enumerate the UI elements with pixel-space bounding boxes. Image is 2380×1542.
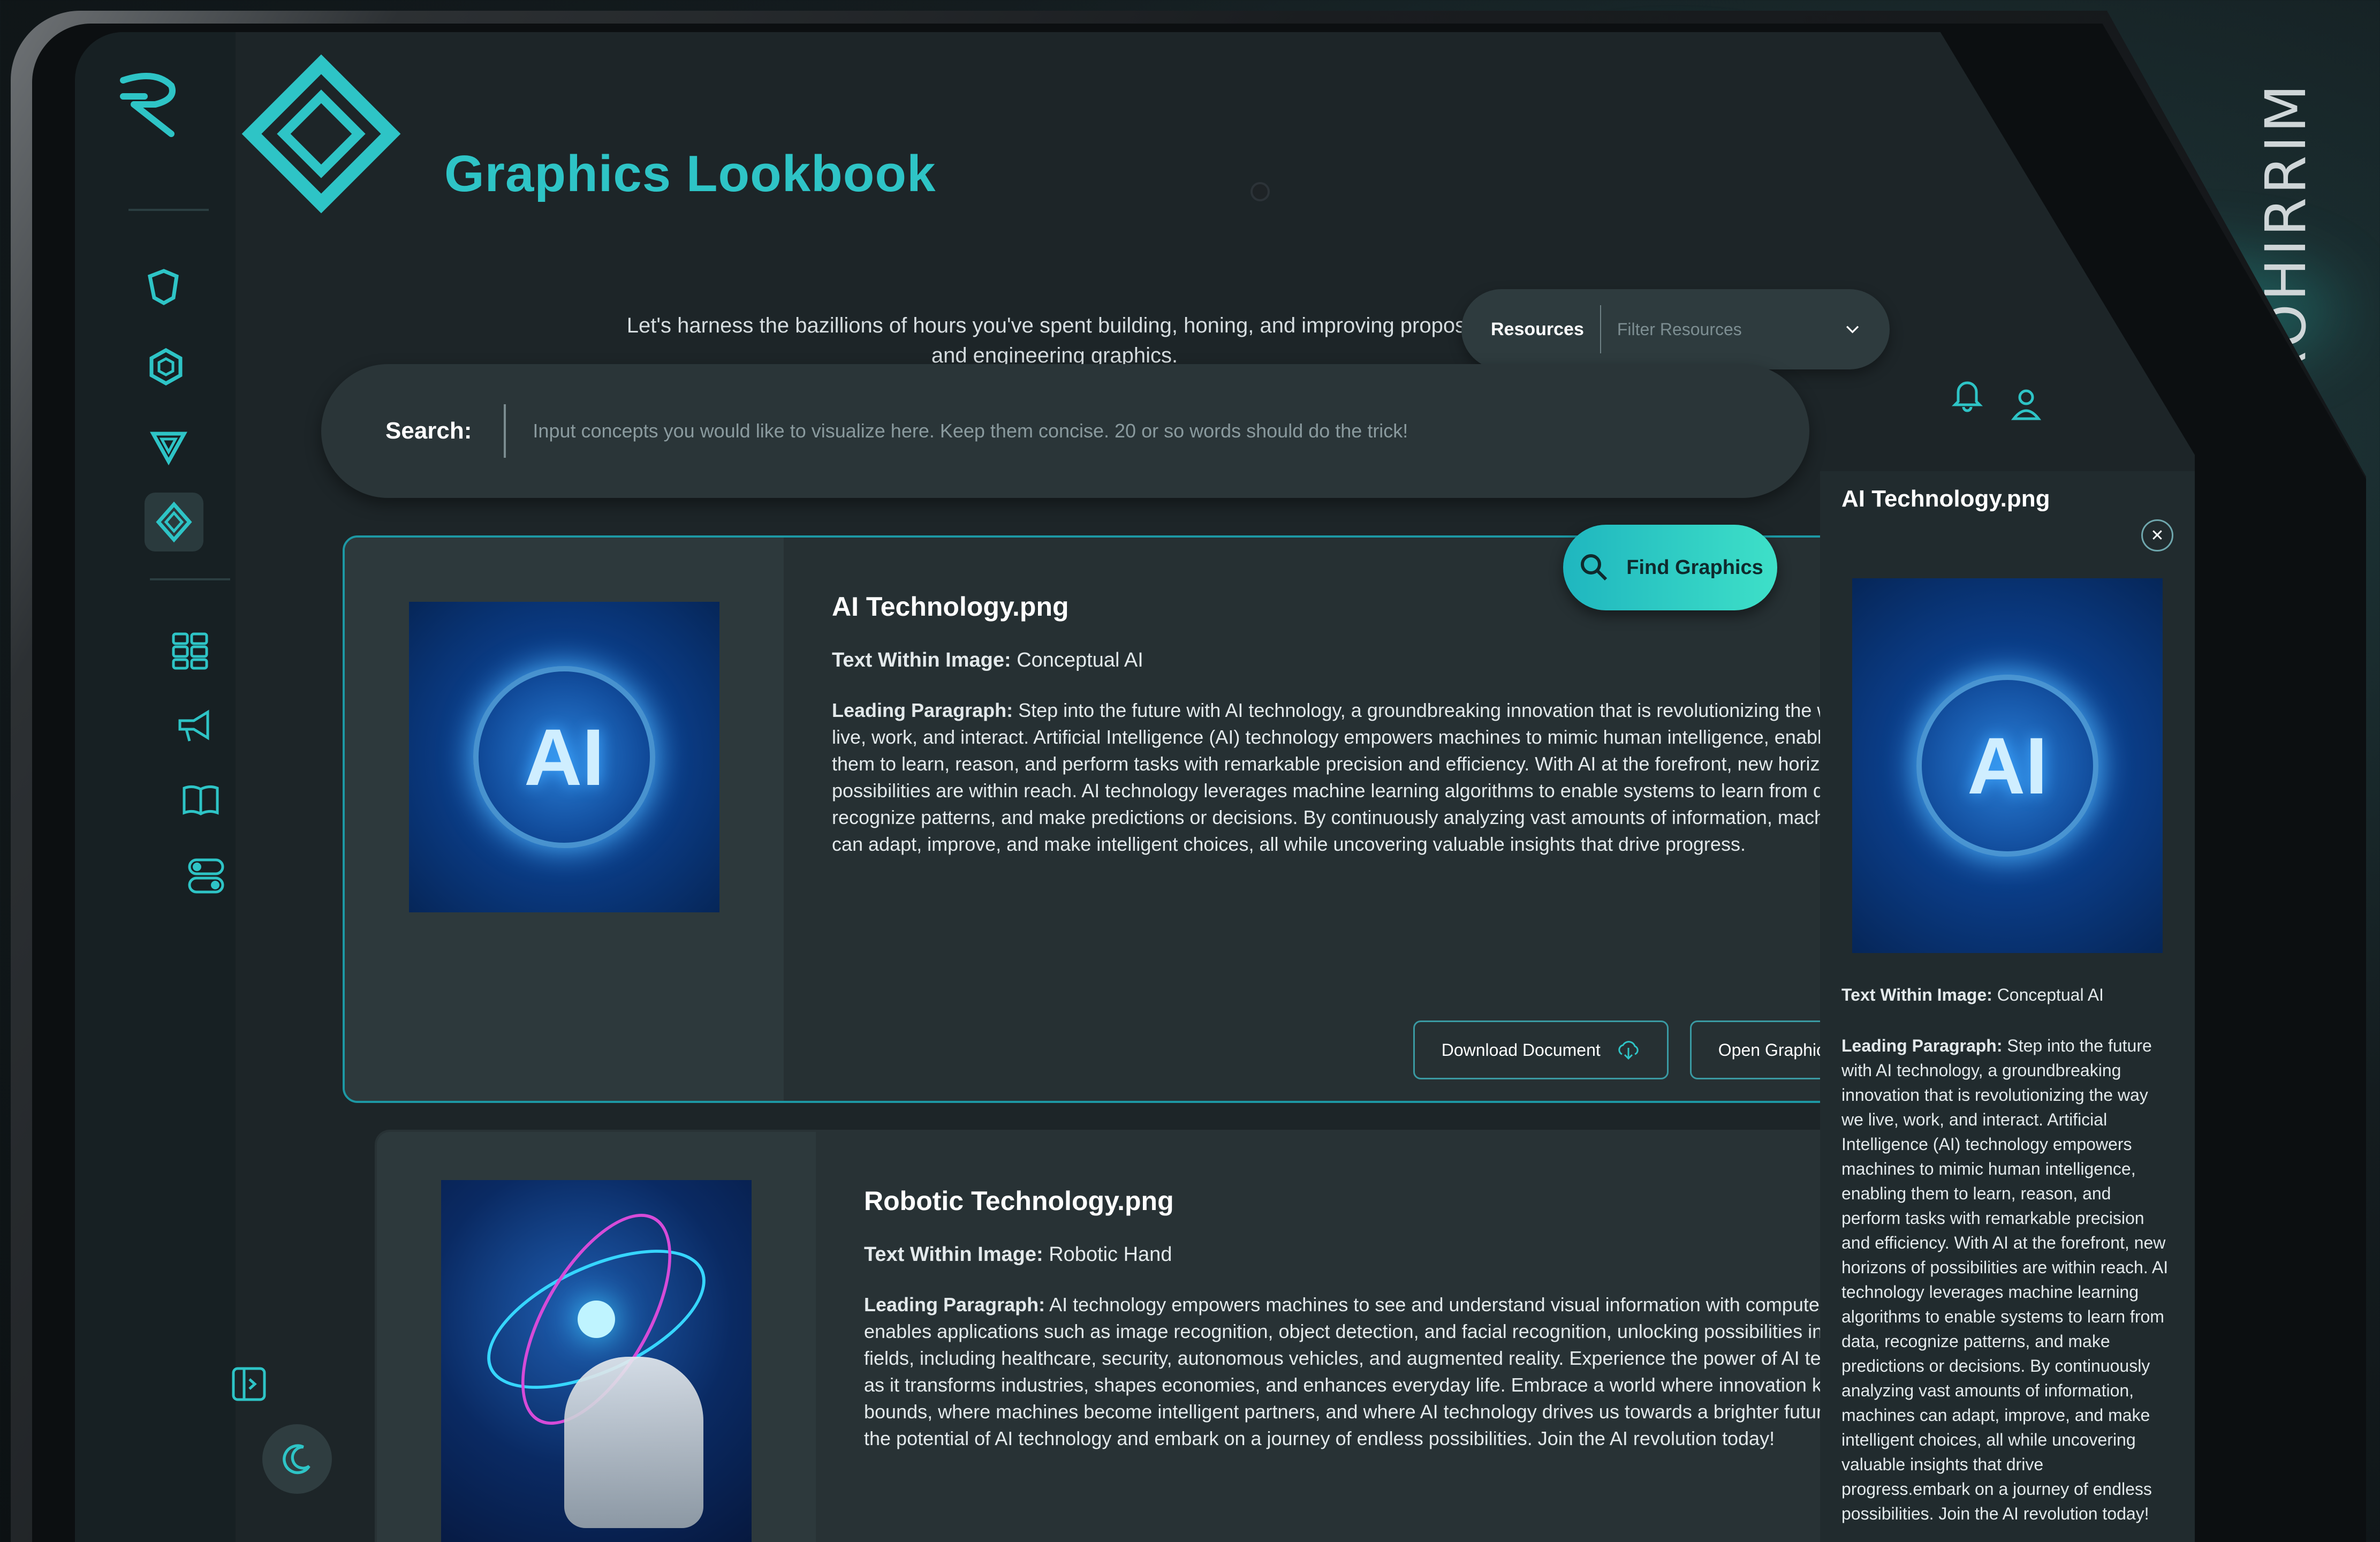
resources-filter-input[interactable]: [1617, 319, 1842, 339]
open-graphic-label: Open Graphic: [1718, 1040, 1825, 1060]
thumbnail-robot-hand: [564, 1357, 703, 1528]
hexagon-icon[interactable]: [137, 337, 195, 396]
page-tagline: Let's harness the bazillions of hours yo…: [626, 314, 1483, 367]
text-within-image-value: Conceptual AI: [1017, 649, 1143, 671]
lookbook-logo-icon: [241, 54, 401, 214]
preview-leading-paragraph: Leading Paragraph: Step into the future …: [1841, 1033, 2173, 1526]
text-within-image-value: Robotic Hand: [1049, 1243, 1172, 1266]
moon-icon: [283, 1444, 310, 1475]
sidebar-divider: [150, 578, 230, 580]
webcam: [1250, 182, 1270, 201]
search-bar: Search:: [321, 364, 1809, 498]
leading-paragraph-value: Step into the future with AI technology,…: [832, 699, 1882, 855]
leading-paragraph-label: Leading Paragraph:: [832, 699, 1013, 721]
result-details: AI Technology.png Text Within Image: Con…: [784, 538, 1936, 1101]
search-input[interactable]: [533, 420, 1809, 442]
sidebar: [75, 32, 266, 1542]
search-separator: [504, 404, 506, 458]
preview-image-text: AI: [1967, 720, 2048, 811]
result-card[interactable]: Robotic Technology.png Text Within Image…: [375, 1130, 1959, 1542]
resources-separator: [1600, 305, 1601, 353]
megaphone-icon[interactable]: [166, 696, 225, 755]
result-leading-paragraph: Leading Paragraph: Step into the future …: [832, 697, 1888, 858]
result-text-within-image: Text Within Image: Robotic Hand: [864, 1241, 1909, 1268]
result-leading-paragraph: Leading Paragraph: AI technology empower…: [864, 1291, 1909, 1452]
cloud-download-icon: [1618, 1041, 1639, 1060]
resources-label: Resources: [1491, 319, 1584, 339]
leading-paragraph-label: Leading Paragraph:: [864, 1294, 1045, 1316]
theme-toggle-button[interactable]: [262, 1424, 332, 1494]
user-icon[interactable]: [2007, 386, 2045, 423]
result-text-within-image: Text Within Image: Conceptual AI: [832, 647, 1888, 674]
chevron-down-icon[interactable]: [1842, 313, 1863, 345]
search-icon: [1581, 554, 1608, 581]
grid-icon[interactable]: [161, 621, 219, 680]
book-icon[interactable]: [171, 771, 230, 830]
toggles-icon[interactable]: [177, 846, 236, 905]
thumbnail-image-text: AI: [524, 712, 604, 802]
download-document-button[interactable]: Download Document: [1413, 1021, 1669, 1079]
preview-para-value: Step into the future with AI technology,…: [1841, 1036, 2169, 1523]
preview-text-within-image: Text Within Image: Conceptual AI: [1841, 985, 2173, 1005]
search-label: Search:: [385, 418, 472, 444]
preview-text-value: Conceptual AI: [1997, 985, 2104, 1004]
text-within-image-label: Text Within Image:: [832, 649, 1011, 671]
resources-filter: Resources: [1461, 289, 1890, 369]
download-document-label: Download Document: [1441, 1040, 1601, 1060]
preview-text-label: Text Within Image:: [1841, 985, 1992, 1004]
thumbnail-core: [578, 1301, 615, 1338]
result-thumbnail-panel: [377, 1132, 816, 1542]
bell-icon[interactable]: [1949, 375, 1986, 412]
diamond-icon[interactable]: [145, 493, 203, 551]
find-graphics-label: Find Graphics: [1626, 556, 1763, 579]
preview-para-label: Leading Paragraph:: [1841, 1036, 2003, 1055]
sidebar-divider: [128, 209, 209, 211]
close-icon[interactable]: ✕: [2141, 519, 2173, 551]
result-thumbnail-panel: AI: [345, 538, 784, 1101]
page-title: Graphics Lookbook: [444, 145, 936, 202]
triangle-icon[interactable]: [139, 418, 198, 477]
angular-logo-icon[interactable]: [134, 257, 193, 316]
preview-panel: AI Technology.png ✕ AI Text Within Image…: [1820, 471, 2195, 1542]
result-thumbnail[interactable]: [441, 1180, 752, 1542]
result-thumbnail[interactable]: AI: [409, 602, 719, 912]
preview-image[interactable]: AI: [1852, 578, 2163, 953]
result-details: Robotic Technology.png Text Within Image…: [816, 1132, 1957, 1542]
app-screen: Graphics Lookbook Let's harness the bazi…: [75, 32, 2195, 1542]
result-title: Robotic Technology.png: [864, 1186, 1174, 1216]
leading-paragraph-value: AI technology empowers machines to see a…: [864, 1294, 1904, 1449]
result-card[interactable]: AI AI Technology.png Text Within Image: …: [343, 535, 1938, 1103]
find-graphics-button[interactable]: Find Graphics: [1563, 525, 1777, 610]
text-within-image-label: Text Within Image:: [864, 1243, 1043, 1266]
expand-panel-icon[interactable]: [219, 1355, 278, 1414]
preview-title: AI Technology.png: [1841, 486, 2050, 512]
app-logo-icon[interactable]: [112, 64, 187, 145]
